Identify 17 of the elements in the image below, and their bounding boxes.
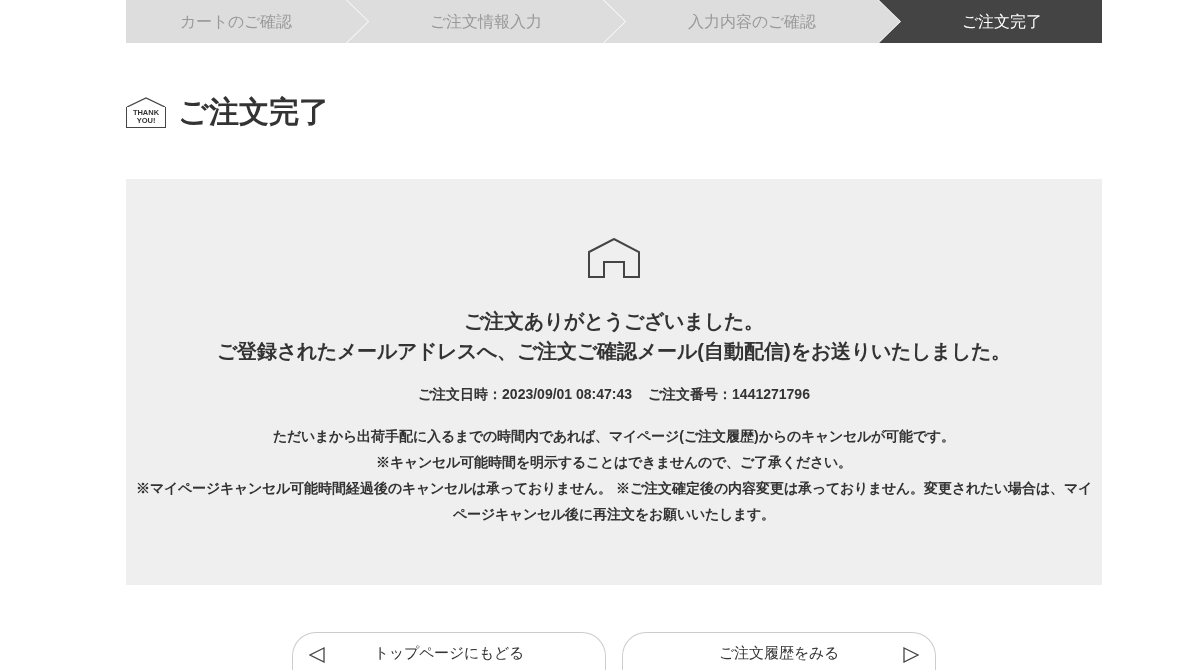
page-title: ご注文完了 bbox=[178, 94, 329, 130]
progress-step: ご注文情報入力 bbox=[347, 0, 625, 43]
progress-step: ご注文完了 bbox=[879, 0, 1102, 43]
thank-you-message: ご登録されたメールアドレスへ、ご注文ご確認メール(自動配信)をお送りいたしました。 bbox=[217, 339, 1011, 364]
triangle-left-icon bbox=[309, 647, 325, 663]
progress-step: 入力内容のご確認 bbox=[604, 0, 900, 43]
progress-step: カートのご確認 bbox=[126, 0, 368, 43]
thank-you-message: ご注文ありがとうございました。 bbox=[464, 309, 764, 334]
notice-text: ※キャンセル可能時間を明示することはできませんので、ご了承ください。 bbox=[376, 453, 852, 472]
order-info: ご注文日時：2023/09/01 08:47:43 bbox=[418, 385, 633, 404]
nav-button[interactable]: トップページにもどる bbox=[292, 632, 606, 670]
notice-text: ※マイページキャンセル可能時間経過後のキャンセルは承っておりません。 ※ご注文確定後の内容変更は承っておりません。変更されたい場合は、マイページキャンセル後に再注文をお願いいたします。 bbox=[135, 479, 1093, 524]
triangle-right-icon bbox=[903, 647, 919, 663]
house-icon bbox=[588, 238, 640, 278]
order-info: ご注文番号：1441271796 bbox=[648, 385, 810, 404]
nav-button[interactable]: ご注文履歴をみる bbox=[622, 632, 936, 670]
notice-text: ただいまから出荷手配に入るまでの時間内であれば、マイページ(ご注文履歴)からのキャンセルが可能です。 bbox=[273, 427, 955, 446]
